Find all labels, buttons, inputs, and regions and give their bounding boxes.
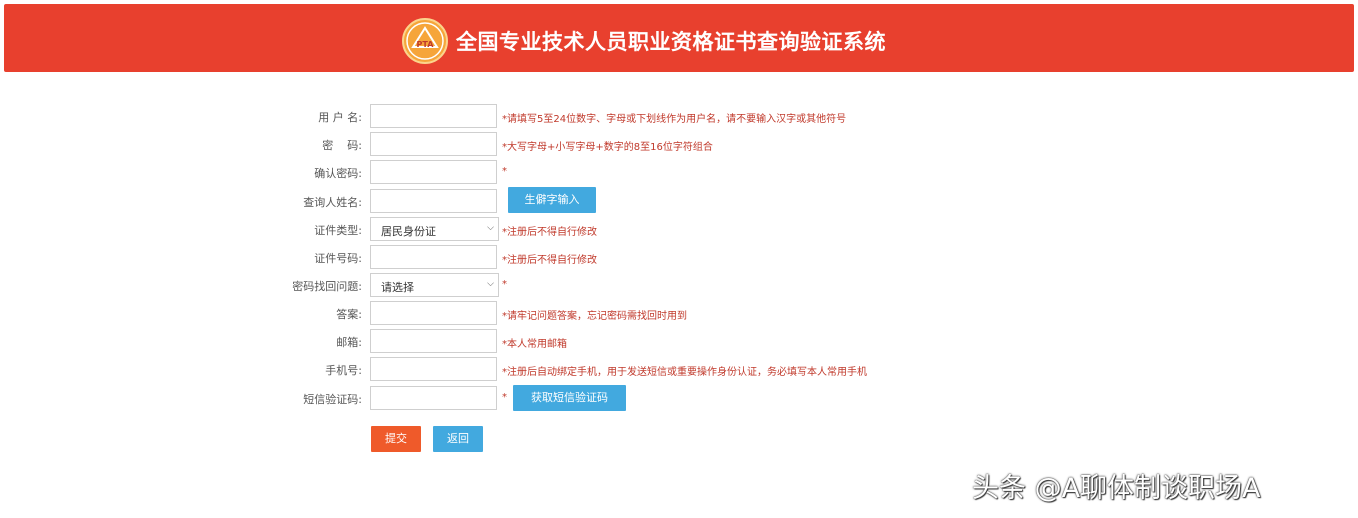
id-number-hint: *注册后不得自行修改 xyxy=(502,255,597,266)
chevron-down-icon: ⌵ xyxy=(487,223,494,233)
password-hint: *大写字母+小写字母+数字的8至16位字符组合 xyxy=(502,142,713,153)
password-input[interactable] xyxy=(370,132,497,156)
header-bar: PTA 全国专业技术人员职业资格证书查询验证系统 xyxy=(4,4,1354,72)
email-input[interactable] xyxy=(370,329,497,353)
pta-logo-icon: PTA xyxy=(402,18,448,64)
form-row-password: 密 码: *大写字母+小写字母+数字的8至16位字符组合 xyxy=(0,132,1358,156)
email-label: 邮箱: xyxy=(336,336,362,349)
form-row-answer: 答案: *请牢记问题答案，忘记密码需找回时用到 xyxy=(0,301,1358,325)
watermark-text: 头条 @A聊体制谈职场A xyxy=(972,473,1261,504)
rare-char-input-button[interactable]: 生僻字输入 xyxy=(508,187,596,213)
confirm-password-hint: * xyxy=(502,166,507,177)
sms-code-hint: * xyxy=(502,392,507,403)
id-type-select[interactable]: 居民身份证 ⌵ xyxy=(370,217,499,241)
logo-text: PTA xyxy=(417,40,435,49)
form-row-phone: 手机号: *注册后自动绑定手机，用于发送短信或重要操作身份认证，务必填写本人常用… xyxy=(0,357,1358,381)
back-button[interactable]: 返回 xyxy=(433,426,483,452)
id-type-label: 证件类型: xyxy=(314,224,362,237)
id-type-value: 居民身份证 xyxy=(381,225,436,238)
username-input[interactable] xyxy=(370,104,497,128)
confirm-password-label: 确认密码: xyxy=(314,167,362,180)
form-row-confirm-password: 确认密码: * xyxy=(0,160,1358,184)
security-question-label: 密码找回问题: xyxy=(292,280,362,293)
password-label: 密 码: xyxy=(322,139,362,152)
email-hint: *本人常用邮箱 xyxy=(502,339,567,350)
answer-input[interactable] xyxy=(370,301,497,325)
answer-label: 答案: xyxy=(336,308,362,321)
form-row-id-type: 证件类型: 居民身份证 ⌵ *注册后不得自行修改 xyxy=(0,217,1358,241)
answer-hint: *请牢记问题答案，忘记密码需找回时用到 xyxy=(502,311,687,322)
chevron-down-icon: ⌵ xyxy=(487,279,494,289)
form-row-sms-code: 短信验证码: * 获取短信验证码 xyxy=(0,385,1358,411)
security-question-select[interactable]: 请选择 ⌵ xyxy=(370,273,499,297)
sms-code-label: 短信验证码: xyxy=(303,393,362,406)
form-row-username: 用 户 名: *请填写5至24位数字、字母或下划线作为用户名，请不要输入汉字或其… xyxy=(0,104,1358,128)
sms-code-input[interactable] xyxy=(370,386,497,410)
real-name-input[interactable] xyxy=(370,189,497,213)
page-title: 全国专业技术人员职业资格证书查询验证系统 xyxy=(456,30,886,54)
username-label: 用 户 名: xyxy=(318,111,362,124)
form-row-security-question: 密码找回问题: 请选择 ⌵ * xyxy=(0,273,1358,297)
confirm-password-input[interactable] xyxy=(370,160,497,184)
form-row-real-name: 查询人姓名: 生僻字输入 xyxy=(0,187,1358,213)
username-hint: *请填写5至24位数字、字母或下划线作为用户名，请不要输入汉字或其他符号 xyxy=(502,114,847,125)
id-type-hint: *注册后不得自行修改 xyxy=(502,227,597,238)
id-number-label: 证件号码: xyxy=(314,252,362,265)
form-row-id-number: 证件号码: *注册后不得自行修改 xyxy=(0,245,1358,269)
phone-input[interactable] xyxy=(370,357,497,381)
security-question-hint: * xyxy=(502,279,507,290)
phone-label: 手机号: xyxy=(325,364,362,377)
form-row-email: 邮箱: *本人常用邮箱 xyxy=(0,329,1358,353)
phone-hint: *注册后自动绑定手机，用于发送短信或重要操作身份认证，务必填写本人常用手机 xyxy=(502,367,867,378)
id-number-input[interactable] xyxy=(370,245,497,269)
real-name-label: 查询人姓名: xyxy=(303,196,362,209)
submit-button[interactable]: 提交 xyxy=(371,426,421,452)
security-question-value: 请选择 xyxy=(381,281,414,294)
get-sms-code-button[interactable]: 获取短信验证码 xyxy=(513,385,626,411)
